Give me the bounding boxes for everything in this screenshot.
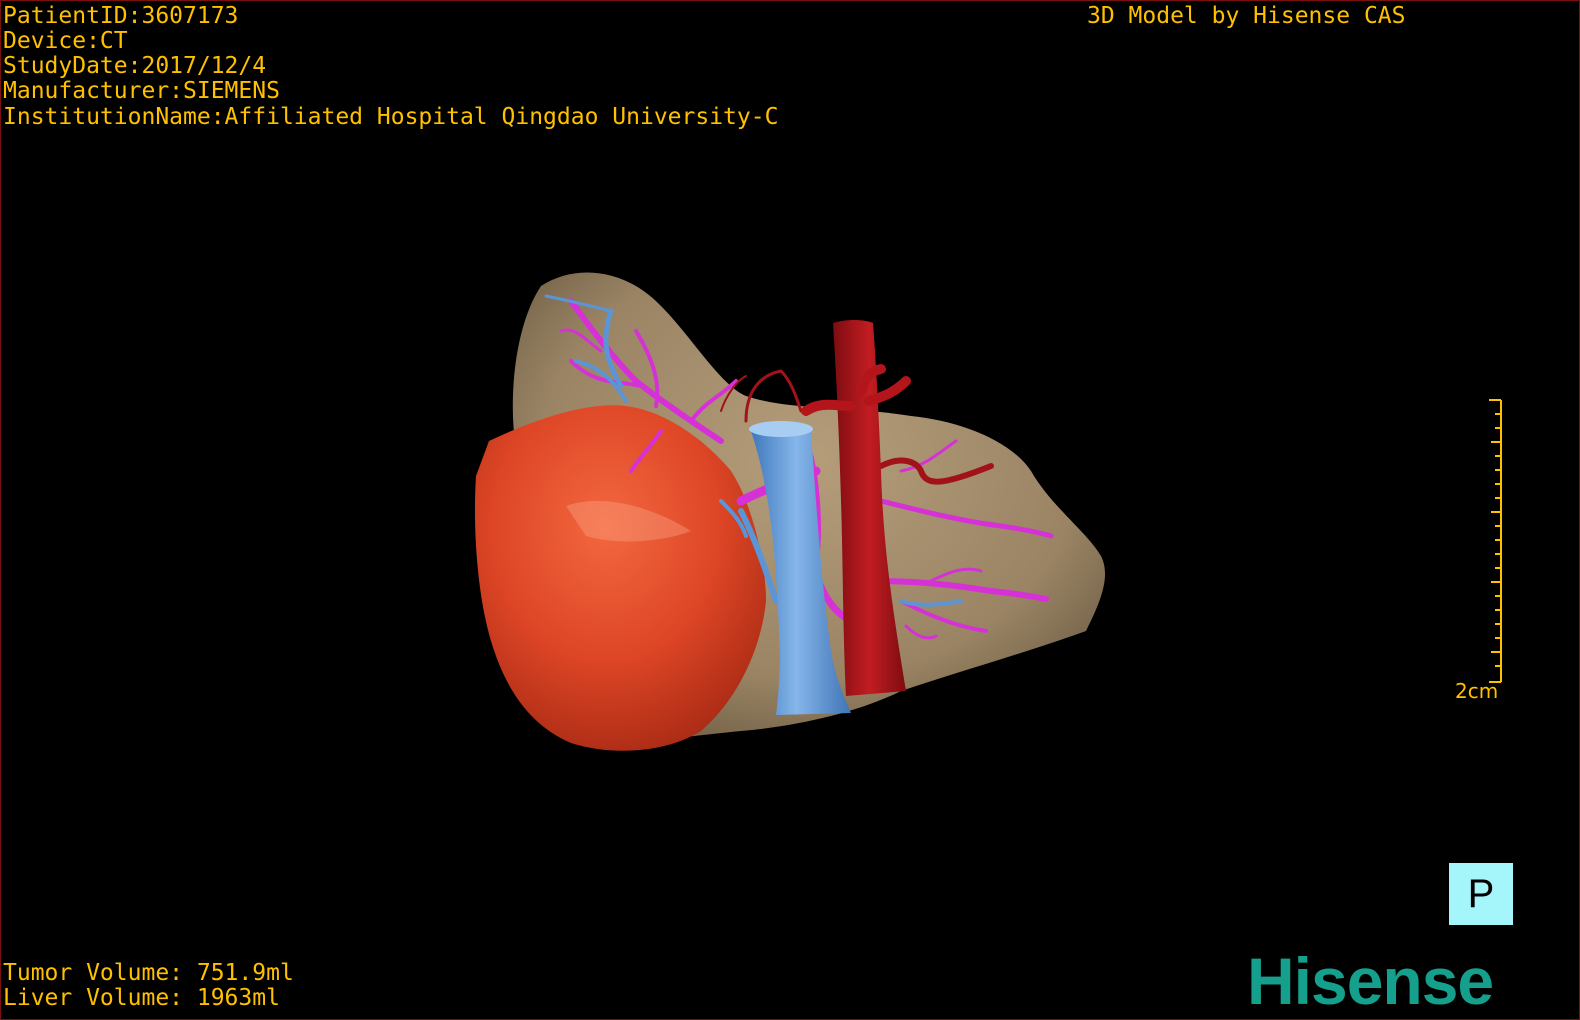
hisense-logo: Hisense [1247,944,1494,1018]
orientation-indicator[interactable]: P [1449,863,1513,925]
vena-cava-top [749,421,813,437]
3d-viewport[interactable]: PatientID:3607173 Device:CT StudyDate:20… [0,0,1580,1020]
liver-3d-model[interactable] [1,1,1579,1019]
scale-ruler-label: 2cm [1455,679,1499,703]
tumor-volume-label: Tumor Volume: 751.9ml [3,960,294,986]
liver-volume-label: Liver Volume: 1963ml [3,985,280,1011]
scale-ruler [1489,399,1502,683]
